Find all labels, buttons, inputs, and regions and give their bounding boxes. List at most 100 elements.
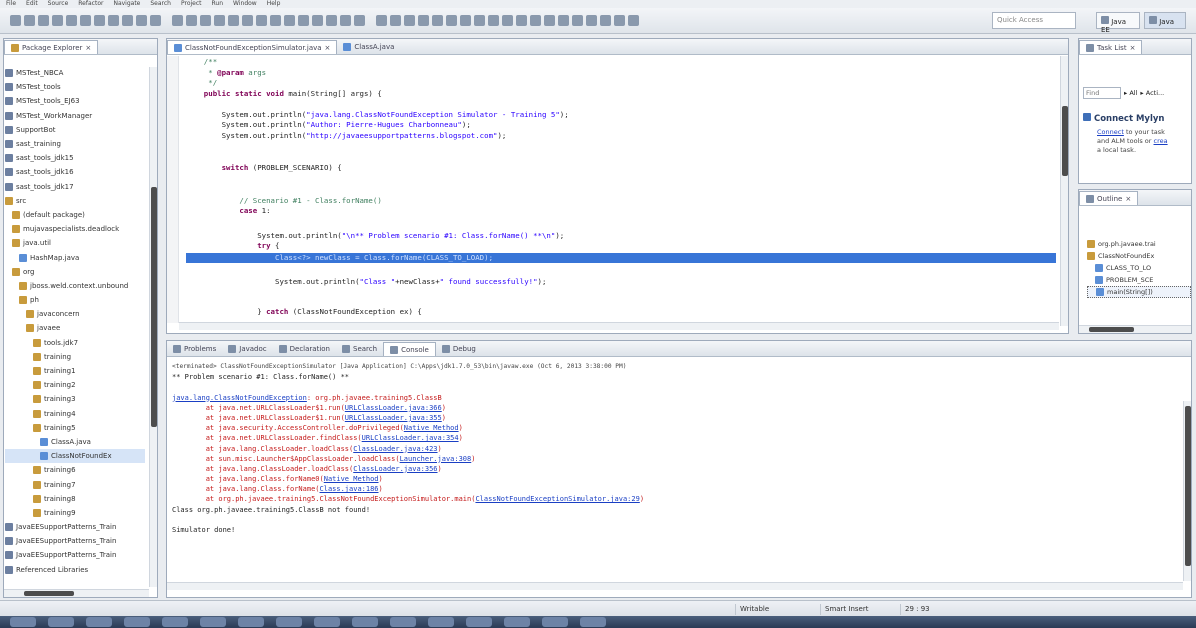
close-icon[interactable]: ×: [325, 44, 331, 52]
toolbar-button-icon[interactable]: [614, 15, 625, 26]
tree-item[interactable]: javaconcern: [5, 307, 145, 321]
taskbar-app-icon[interactable]: [124, 617, 150, 627]
tree-item[interactable]: training3: [5, 392, 145, 406]
tab-classa[interactable]: ClassA.java: [337, 40, 400, 54]
taskbar-app-icon[interactable]: [504, 617, 530, 627]
menu-window[interactable]: Window: [233, 0, 257, 8]
toolbar-button-icon[interactable]: [544, 15, 555, 26]
toolbar-button-icon[interactable]: [242, 15, 253, 26]
tree-item[interactable]: mujavaspecialists.deadlock: [5, 222, 145, 236]
code-area[interactable]: /** * @param args */ public static void …: [186, 57, 1056, 319]
toolbar-button-icon[interactable]: [572, 15, 583, 26]
toolbar-button-icon[interactable]: [38, 15, 49, 26]
scrollbar-thumb[interactable]: [1089, 327, 1134, 332]
taskbar-app-icon[interactable]: [580, 617, 606, 627]
tab-search[interactable]: Search: [336, 342, 383, 356]
toolbar-button-icon[interactable]: [172, 15, 183, 26]
tree-item[interactable]: training6: [5, 463, 145, 477]
tab-package-explorer[interactable]: Package Explorer ×: [4, 40, 99, 54]
taskbar-app-icon[interactable]: [162, 617, 188, 627]
outline-item[interactable]: main(String[]): [1087, 286, 1191, 298]
menu-help[interactable]: Help: [267, 0, 281, 8]
tree-item[interactable]: MSTest_tools_EJ63: [5, 94, 145, 108]
taskbar-app-icon[interactable]: [10, 617, 36, 627]
menu-run[interactable]: Run: [212, 0, 224, 8]
tree-item[interactable]: (default package): [5, 208, 145, 222]
tree-item[interactable]: sast_tools_jdk16: [5, 165, 145, 179]
tree-item[interactable]: ph: [5, 293, 145, 307]
toolbar-button-icon[interactable]: [256, 15, 267, 26]
tree-item[interactable]: MSTest_NBCA: [5, 66, 145, 80]
tab-outline[interactable]: Outline ×: [1079, 191, 1139, 205]
toolbar-button-icon[interactable]: [340, 15, 351, 26]
tree-item[interactable]: Referenced Libraries: [5, 563, 145, 577]
tree-item[interactable]: sast_tools_jdk15: [5, 151, 145, 165]
toolbar-button-icon[interactable]: [136, 15, 147, 26]
toolbar-button-icon[interactable]: [298, 15, 309, 26]
package-explorer-hscrollbar[interactable]: [4, 589, 149, 597]
tree-item[interactable]: training4: [5, 407, 145, 421]
toolbar-button-icon[interactable]: [586, 15, 597, 26]
tree-item[interactable]: training9: [5, 506, 145, 520]
editor-scrollbar[interactable]: [1060, 56, 1068, 326]
tab-javadoc[interactable]: Javadoc: [222, 342, 272, 356]
toolbar-button-icon[interactable]: [326, 15, 337, 26]
tree-item[interactable]: JavaEESupportPatterns_Train: [5, 548, 145, 562]
tree-item[interactable]: JavaEESupportPatterns_Train: [5, 534, 145, 548]
tree-item[interactable]: training8: [5, 492, 145, 506]
taskbar-app-icon[interactable]: [48, 617, 74, 627]
toolbar-button-icon[interactable]: [94, 15, 105, 26]
stack-trace-link[interactable]: ClassLoader.java:423: [353, 445, 437, 453]
console-hscrollbar[interactable]: [167, 582, 1183, 590]
scrollbar-thumb[interactable]: [151, 187, 157, 427]
tree-item[interactable]: java.util: [5, 236, 145, 250]
toolbar-button-icon[interactable]: [516, 15, 527, 26]
tree-item[interactable]: sast_training: [5, 137, 145, 151]
outline-hscrollbar[interactable]: [1079, 325, 1191, 333]
filter-all-link[interactable]: ▸ All: [1124, 89, 1137, 97]
tab-problems[interactable]: Problems: [167, 342, 222, 356]
connect-link[interactable]: Connect: [1097, 128, 1124, 136]
tree-item[interactable]: ClassNotFoundEx: [5, 449, 145, 464]
menu-source[interactable]: Source: [48, 0, 69, 8]
menu-file[interactable]: File: [6, 0, 16, 8]
stack-trace-link[interactable]: URLClassLoader.java:366: [345, 404, 442, 412]
stack-trace-link[interactable]: Native Method: [404, 424, 459, 432]
taskbar-app-icon[interactable]: [314, 617, 340, 627]
tree-item[interactable]: ClassA.java: [5, 435, 145, 449]
tab-debug[interactable]: Debug: [436, 342, 482, 356]
toolbar-button-icon[interactable]: [460, 15, 471, 26]
tree-item[interactable]: training: [5, 350, 145, 364]
toolbar-button-icon[interactable]: [200, 15, 211, 26]
stack-trace-link[interactable]: java.lang.ClassNotFoundException: [172, 394, 307, 402]
tree-item[interactable]: org: [5, 265, 145, 279]
menu-refactor[interactable]: Refactor: [78, 0, 103, 8]
tree-item[interactable]: src: [5, 194, 145, 208]
toolbar-button-icon[interactable]: [488, 15, 499, 26]
stack-trace-link[interactable]: URLClassLoader.java:355: [345, 414, 442, 422]
close-icon[interactable]: ×: [1125, 195, 1131, 203]
package-explorer-scrollbar[interactable]: [149, 67, 157, 587]
stack-trace-link[interactable]: Class.java:186: [320, 485, 379, 493]
toolbar-button-icon[interactable]: [80, 15, 91, 26]
outline-item[interactable]: PROBLEM_SCE: [1087, 274, 1191, 286]
toolbar-button-icon[interactable]: [446, 15, 457, 26]
toolbar-button-icon[interactable]: [186, 15, 197, 26]
toolbar-button-icon[interactable]: [418, 15, 429, 26]
close-icon[interactable]: ×: [1130, 44, 1136, 52]
tree-item[interactable]: training1: [5, 364, 145, 378]
menu-search[interactable]: Search: [150, 0, 171, 8]
tab-declaration[interactable]: Declaration: [273, 342, 336, 356]
toolbar-button-icon[interactable]: [214, 15, 225, 26]
scrollbar-thumb[interactable]: [1185, 406, 1191, 566]
outline-item[interactable]: ClassNotFoundEx: [1087, 250, 1191, 262]
create-link[interactable]: crea: [1154, 137, 1168, 145]
editor-hscrollbar[interactable]: [179, 322, 1059, 330]
quick-access-input[interactable]: Quick Access: [992, 12, 1076, 29]
tree-item[interactable]: jboss.weld.context.unbound: [5, 279, 145, 293]
toolbar-button-icon[interactable]: [558, 15, 569, 26]
menu-navigate[interactable]: Navigate: [113, 0, 140, 8]
toolbar-button-icon[interactable]: [66, 15, 77, 26]
tab-classnotfound-simulator[interactable]: ClassNotFoundExceptionSimulator.java ×: [167, 40, 338, 54]
toolbar-button-icon[interactable]: [228, 15, 239, 26]
